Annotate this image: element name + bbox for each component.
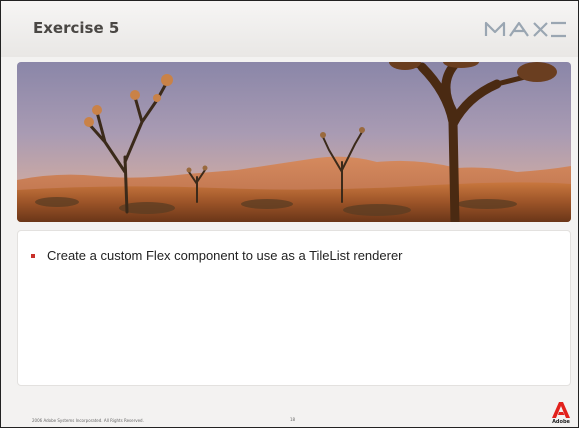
adobe-logo: Adobe	[551, 402, 571, 426]
slide: Exercise 5 Create a custom Flex componen…	[0, 0, 579, 428]
slide-title: Exercise 5	[33, 19, 120, 37]
page-number: 18	[290, 417, 296, 422]
adobe-logo-icon	[552, 402, 570, 418]
header-photo	[17, 62, 571, 222]
bullet-marker	[31, 253, 35, 258]
copyright-text: 2006 Adobe Systems Incorporated. All Rig…	[32, 418, 144, 423]
content-panel: Create a custom Flex component to use as…	[17, 230, 571, 386]
bullet-item: Create a custom Flex component to use as…	[31, 248, 403, 263]
bullet-text: Create a custom Flex component to use as…	[47, 248, 403, 263]
adobe-wordmark: Adobe	[552, 419, 570, 425]
slide-header: Exercise 5	[1, 1, 578, 57]
max-logo	[484, 21, 566, 38]
